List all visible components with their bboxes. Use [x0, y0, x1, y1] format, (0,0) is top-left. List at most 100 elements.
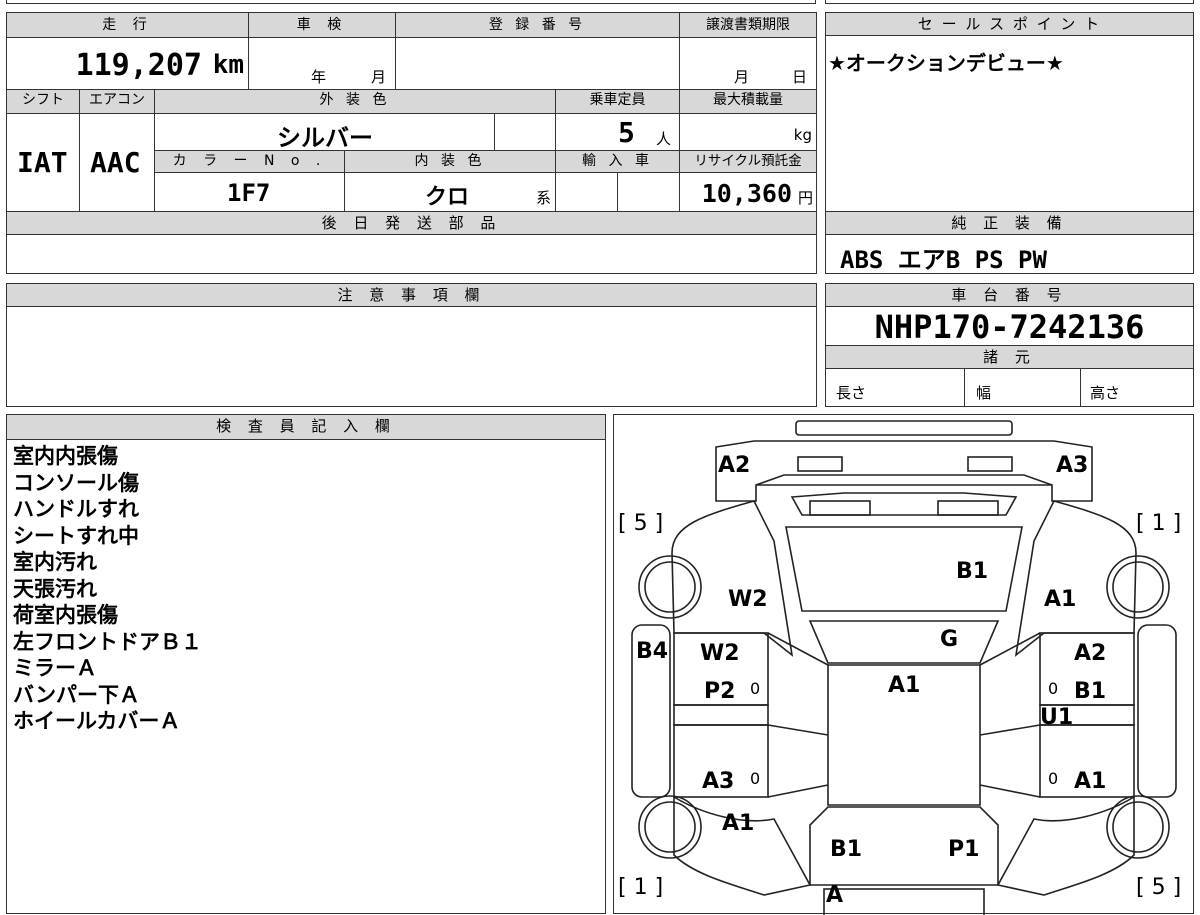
mileage-unit: km — [212, 50, 244, 80]
transfer-day: 日 — [792, 68, 808, 86]
capacity-value: 5 — [618, 116, 635, 149]
later-parts-label: 後 日 発 送 部 品 — [7, 212, 816, 235]
notes-label: 注 意 事 項 欄 — [7, 284, 816, 307]
color-no-value: 1F7 — [227, 179, 271, 207]
label-a2-top: A2 — [718, 453, 751, 478]
zero-mark-2: 0 — [1048, 679, 1059, 698]
genuine-equipment-box: 純 正 装 備 ABS エアB PS PW — [825, 211, 1194, 274]
inspector-item: 左フロントドアＢ１ — [13, 629, 202, 654]
import-cell-b — [618, 173, 680, 212]
label-a-bottom: A — [826, 883, 844, 908]
specs-divider-2 — [1080, 369, 1081, 406]
zero-mark-3: 0 — [750, 769, 761, 788]
capacity-label: 乗車定員 — [556, 90, 680, 114]
corner-tr: [ 1 ] — [1136, 511, 1182, 536]
shift-label: シフト — [7, 90, 80, 114]
sales-point-text: ★オークションデビュー★ — [828, 51, 1064, 75]
color-no-cell: 1F7 — [155, 173, 345, 212]
shift-value: IAT — [17, 146, 68, 179]
exterior-cell: シルバー — [155, 114, 495, 152]
registration-cell — [396, 38, 680, 90]
inspector-item: 室内汚れ — [13, 550, 97, 574]
label-w2-left: W2 — [728, 587, 768, 612]
capacity-unit: 人 — [656, 130, 672, 148]
top-strip — [6, 0, 816, 4]
ac-label: エアコン — [80, 90, 155, 114]
transfer-month: 月 — [734, 68, 750, 86]
interior-label: 内 装 色 — [345, 151, 556, 173]
load-cell: kg — [680, 114, 816, 151]
genuine-equipment-value: ABS エアB PS PW — [840, 246, 1047, 274]
load-label: 最大積載量 — [680, 90, 816, 114]
inspector-box: 検 査 員 記 入 欄 室内内張傷 コンソール傷 ハンドルすれ シートすれ中 室内汚れ天… — [6, 414, 606, 914]
label-a3-door: A3 — [702, 769, 735, 794]
transfer-cell: 月 日 — [680, 38, 816, 90]
label-b1-door: B1 — [1074, 679, 1107, 704]
label-a1-roof: A1 — [888, 673, 921, 698]
inspector-item: シートすれ中 — [13, 523, 139, 548]
inspector-item: 天張汚れ — [13, 576, 97, 601]
top-strip-right — [825, 0, 1194, 4]
recycle-value: 10,360 — [701, 179, 792, 208]
zero-mark-1: 0 — [750, 679, 761, 698]
interior-cell: クロ 系 — [345, 173, 556, 212]
label-p1-rear: P1 — [948, 837, 980, 862]
registration-label: 登 録 番 号 — [396, 13, 680, 38]
length-label: 長さ — [836, 384, 867, 402]
capacity-cell: 5 人 — [556, 114, 680, 151]
label-a1-right: A1 — [1044, 587, 1077, 612]
inspector-items: 室内内張傷 コンソール傷 ハンドルすれ シートすれ中 室内汚れ 天張汚れ 荷室内張傷 左フロン… — [13, 443, 202, 735]
exterior-extra-cell — [495, 114, 556, 151]
interior-value: クロ — [425, 185, 470, 210]
import-cell-a — [556, 173, 618, 212]
inspection-month: 月 — [371, 68, 387, 86]
inspector-item: コンソール傷 — [13, 470, 139, 495]
height-label: 高さ — [1090, 384, 1121, 402]
chassis-box: 車 台 番 号 NHP170-7242136 諸 元 長さ 幅 高さ — [825, 283, 1194, 407]
import-label: 輸 入 車 — [556, 151, 680, 173]
inspection-label: 車 検 — [249, 13, 396, 38]
exterior-label: 外 装 色 — [155, 90, 556, 114]
color-no-label: カ ラ ー N o . — [155, 151, 345, 173]
ac-cell: AAC — [80, 114, 155, 212]
label-g: G — [940, 627, 959, 652]
label-a3-top: A3 — [1056, 453, 1089, 478]
corner-bl: [ 1 ] — [618, 875, 664, 900]
genuine-equipment-label: 純 正 装 備 — [826, 212, 1193, 235]
corner-br: [ 5 ] — [1136, 875, 1182, 900]
inspector-item: ハンドルすれ — [13, 497, 139, 521]
later-parts-box: 後 日 発 送 部 品 — [6, 211, 817, 274]
label-a2-door: A2 — [1074, 641, 1107, 666]
label-a1-rear-l: A1 — [722, 811, 755, 836]
sales-point-box: セ ー ル ス ポ イ ン ト ★オークションデビュー★ — [825, 12, 1194, 213]
inspection-year: 年 — [311, 68, 327, 86]
inspector-label: 検 査 員 記 入 欄 — [7, 415, 605, 440]
label-b1-hood: B1 — [956, 559, 989, 584]
transfer-label: 譲渡書類期限 — [680, 13, 816, 38]
inspection-cell: 年 月 — [249, 38, 396, 90]
damage-diagram-box: [ 5 ] [ 1 ] [ 1 ] [ 5 ] A2 A3 B1 W2 A1 G… — [613, 414, 1194, 915]
inspector-item: 荷室内張傷 — [13, 603, 118, 627]
label-a1-door-r: A1 — [1074, 769, 1107, 794]
inspector-item: ホイールカバーＡ — [13, 709, 181, 733]
load-unit: kg — [793, 126, 812, 144]
specs-label: 諸 元 — [826, 345, 1193, 369]
specs-divider-1 — [964, 369, 965, 406]
inspector-item: ミラーＡ — [13, 656, 97, 680]
recycle-label: リサイクル預託金 — [680, 151, 816, 173]
sales-point-label: セ ー ル ス ポ イ ン ト — [826, 13, 1193, 36]
recycle-unit: 円 — [797, 189, 813, 207]
inspector-item: バンパー下Ａ — [13, 682, 141, 707]
label-p2: P2 — [704, 679, 736, 704]
vehicle-info-box: 走 行 車 検 登 録 番 号 譲渡書類期限 119,207 km 年 月 月 … — [6, 12, 817, 213]
label-b1-rear: B1 — [830, 837, 863, 862]
notes-box: 注 意 事 項 欄 — [6, 283, 817, 407]
label-u1: U1 — [1040, 705, 1074, 730]
shift-cell: IAT — [7, 114, 80, 212]
chassis-label: 車 台 番 号 — [826, 284, 1193, 307]
label-b4: B4 — [636, 639, 669, 664]
recycle-cell: 10,360 円 — [680, 173, 816, 212]
chassis-number: NHP170-7242136 — [874, 308, 1145, 346]
inspector-item: 室内内張傷 — [13, 444, 118, 468]
mileage-label: 走 行 — [7, 13, 249, 38]
